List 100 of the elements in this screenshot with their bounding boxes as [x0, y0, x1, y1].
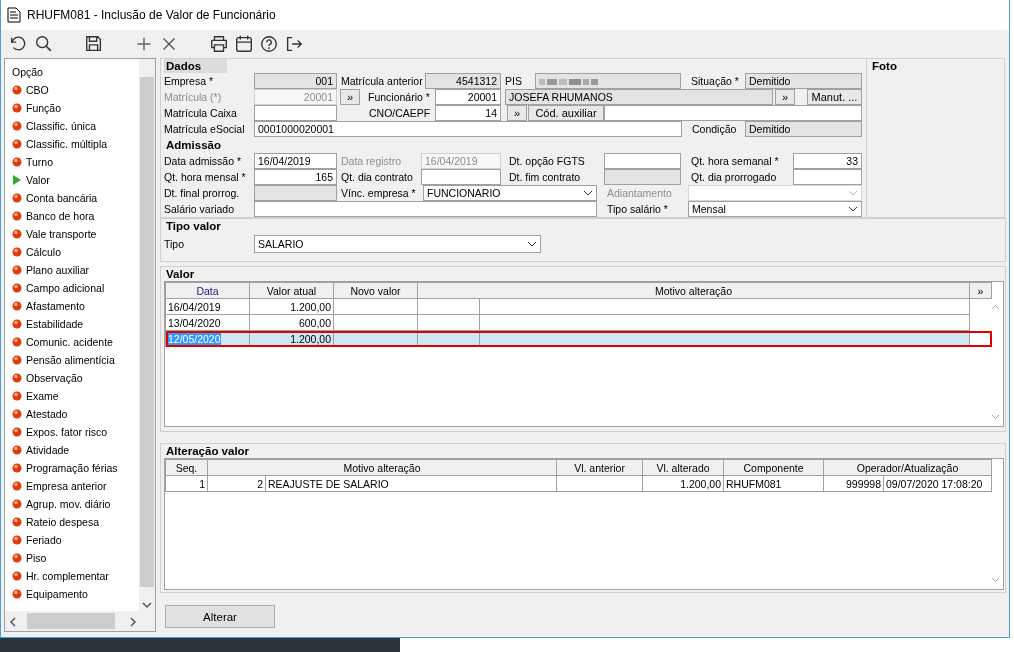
input-field[interactable] — [604, 105, 862, 121]
expand-button[interactable]: » — [969, 282, 992, 299]
ball-icon — [12, 553, 22, 563]
input-field[interactable]: Demitido — [745, 121, 862, 137]
column-header[interactable]: Motivo alteração — [417, 282, 970, 299]
section-legend: Alteração valor — [164, 444, 252, 458]
scroll-right-icon[interactable] — [129, 617, 137, 627]
input-field[interactable] — [535, 73, 681, 89]
sidebar-item[interactable]: Observação — [5, 369, 83, 387]
calendar-icon[interactable] — [233, 33, 255, 55]
sidebar-item[interactable]: Classific. única — [5, 117, 97, 135]
select-field[interactable]: Mensal — [688, 201, 862, 217]
input-field[interactable]: 0001000020001 — [254, 121, 682, 137]
column-header[interactable]: Seq. — [165, 459, 208, 476]
alter-button[interactable]: Alterar — [165, 605, 275, 628]
input-field[interactable] — [793, 169, 862, 185]
table-cell: 600,00 — [249, 314, 334, 331]
horizontal-scrollbar[interactable] — [5, 611, 155, 631]
sidebar-item[interactable]: Equipamento — [5, 585, 88, 603]
sidebar-item[interactable]: Exame — [5, 387, 59, 405]
scroll-down-icon[interactable] — [142, 601, 152, 609]
sidebar-item[interactable]: Piso — [5, 549, 47, 567]
lookup-button[interactable]: » — [507, 105, 527, 121]
input-field[interactable]: 4541312 — [425, 73, 501, 89]
sidebar-item[interactable]: Turno — [5, 153, 54, 171]
column-header[interactable]: Motivo alteração — [207, 459, 557, 476]
ball-icon — [12, 517, 22, 527]
input-field[interactable]: JOSEFA RHUMANOS — [505, 89, 773, 105]
column-header[interactable]: Novo valor — [333, 282, 418, 299]
column-header[interactable]: Vl. anterior — [556, 459, 643, 476]
table-cell: 2 — [207, 475, 266, 492]
sidebar-item[interactable]: Conta bancária — [5, 189, 98, 207]
sidebar-item[interactable]: Hr. complementar — [5, 567, 109, 585]
input-field[interactable]: 165 — [254, 169, 337, 185]
ball-icon — [12, 427, 22, 437]
type-select[interactable]: SALARIO — [254, 235, 541, 253]
printer-icon[interactable] — [208, 33, 230, 55]
sidebar-item[interactable]: Feriado — [5, 531, 62, 549]
sidebar-item[interactable]: Comunic. acidente — [5, 333, 113, 351]
input-field[interactable]: 14 — [435, 105, 501, 121]
sidebar-item[interactable]: Atestado — [5, 405, 68, 423]
ball-icon — [12, 283, 22, 293]
chevron-down-icon — [583, 190, 593, 196]
sidebar-item[interactable]: Expos. fator risco — [5, 423, 108, 441]
lookup-button[interactable]: Manut. ... — [807, 89, 862, 105]
column-header[interactable]: Operador/Atualização — [823, 459, 992, 476]
column-header[interactable]: Vl. alterado — [642, 459, 724, 476]
sidebar-item[interactable]: Vale transporte — [5, 225, 97, 243]
input-field[interactable] — [254, 185, 337, 201]
field-label: PIS — [505, 74, 523, 89]
lookup-button[interactable]: Cód. auxiliar — [528, 105, 604, 121]
scroll-up-icon[interactable] — [991, 304, 1000, 310]
section-legend: Foto — [870, 59, 899, 73]
input-field[interactable]: Demitido — [745, 73, 862, 89]
input-field[interactable]: 16/04/2019 — [254, 153, 337, 169]
sidebar-item[interactable]: Cálculo — [5, 243, 62, 261]
sidebar-item[interactable]: Empresa anterior — [5, 477, 107, 495]
sidebar-item[interactable]: Campo adicional — [5, 279, 105, 297]
sidebar-item[interactable]: Agrup. mov. diário — [5, 495, 111, 513]
input-field[interactable] — [254, 201, 597, 217]
lookup-button[interactable]: » — [775, 89, 795, 105]
field-label: Matrícula anterior — [340, 74, 424, 89]
column-header[interactable]: Data — [165, 282, 250, 299]
sidebar-item[interactable]: Pensão alimentícia — [5, 351, 115, 369]
input-field[interactable] — [254, 105, 337, 121]
input-field[interactable]: 20001 — [435, 89, 501, 105]
sidebar-item[interactable]: Valor — [5, 171, 50, 189]
field-label: Tipo salário * — [606, 202, 669, 217]
sidebar-item[interactable]: Afastamento — [5, 297, 85, 315]
ball-icon — [12, 193, 22, 203]
select-field[interactable]: FUNCIONARIO — [423, 185, 597, 201]
sidebar-item[interactable]: Programação férias — [5, 459, 118, 477]
sidebar-item[interactable]: Estabilidade — [5, 315, 84, 333]
input-field[interactable]: 001 — [254, 73, 337, 89]
ball-icon — [12, 481, 22, 491]
sidebar-header: Opção — [12, 66, 43, 78]
column-header[interactable]: Valor atual — [249, 282, 334, 299]
input-field[interactable] — [421, 169, 501, 185]
sidebar-item[interactable]: Plano auxiliar — [5, 261, 90, 279]
sidebar-item[interactable]: Classific. múltipla — [5, 135, 108, 153]
table-cell: 999998 — [823, 475, 884, 492]
field-label: Condição — [691, 122, 738, 137]
sidebar-item[interactable]: CBO — [5, 81, 49, 99]
column-header[interactable]: Componente — [723, 459, 824, 476]
ball-icon — [12, 373, 22, 383]
sidebar-item[interactable]: Rateio despesa — [5, 513, 99, 531]
sidebar-item[interactable]: Função — [5, 99, 62, 117]
input-field[interactable] — [604, 153, 681, 169]
ball-icon — [12, 337, 22, 347]
vertical-scrollbar[interactable] — [139, 59, 155, 611]
input-field[interactable]: 33 — [793, 153, 862, 169]
field-label: Qt. dia prorrogado — [690, 170, 778, 185]
ball-icon — [12, 157, 22, 167]
input-field[interactable] — [604, 169, 681, 185]
scroll-left-icon[interactable] — [9, 617, 17, 627]
field-label: Dt. fim contrato — [508, 170, 582, 185]
help-icon[interactable] — [258, 33, 280, 55]
lookup-button[interactable]: » — [340, 89, 360, 105]
sidebar-item[interactable]: Atividade — [5, 441, 70, 459]
sidebar-item[interactable]: Banco de hora — [5, 207, 95, 225]
